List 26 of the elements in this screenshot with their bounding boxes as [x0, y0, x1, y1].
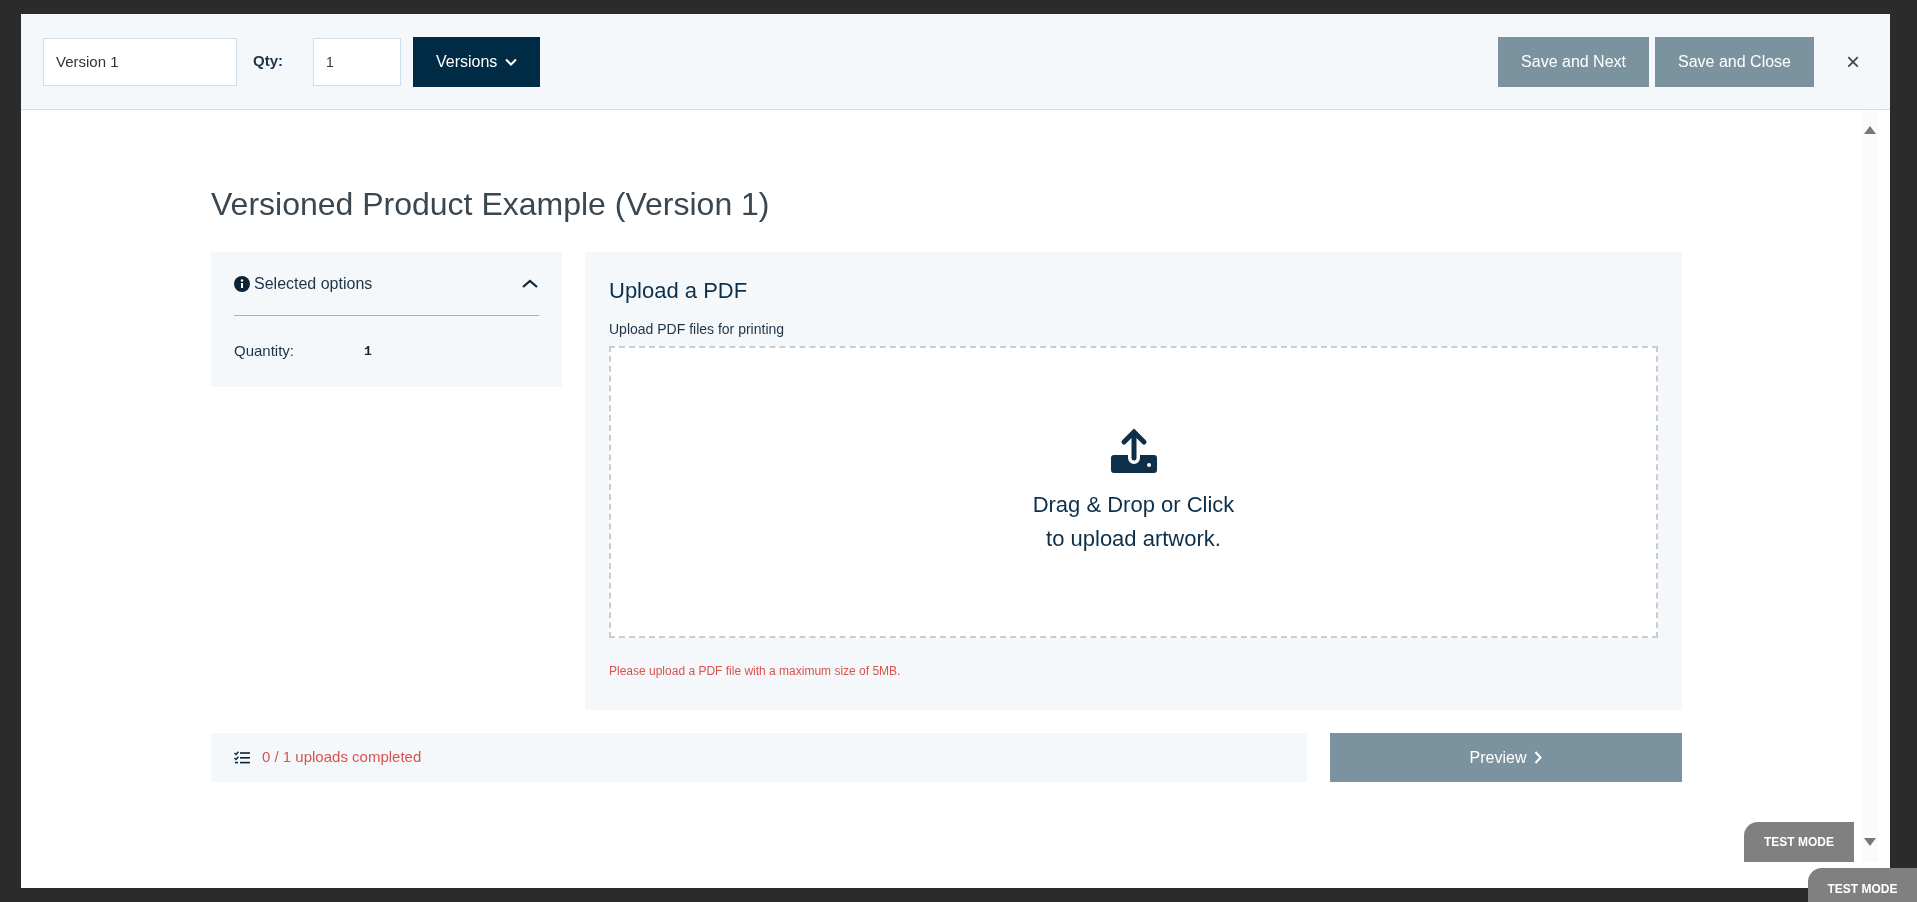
- qty-field[interactable]: 1: [313, 37, 401, 86]
- page-title: Versioned Product Example (Version 1): [211, 185, 771, 224]
- checklist-icon: [234, 751, 250, 764]
- info-icon: [234, 275, 250, 292]
- caret-icon: [521, 277, 539, 290]
- size-note: Please upload a PDF file with a maximum size of 5MB.: [609, 663, 902, 680]
- upload-icon: [1109, 428, 1158, 474]
- selected-options-header[interactable]: Selected options: [234, 252, 539, 316]
- versions-button[interactable]: Versions: [413, 36, 541, 87]
- drop-instruction: Drag & Drop or Click: [1032, 491, 1235, 519]
- test-mode-badge: TEST MODE: [1808, 868, 1917, 902]
- chevron-down-icon: [505, 57, 518, 66]
- close-button[interactable]: ×: [1846, 49, 1860, 74]
- drop-zone[interactable]: Drag & Drop or Click to upload artwork.: [609, 346, 1658, 638]
- upload-hint: Upload PDF files for printing: [609, 320, 786, 339]
- test-mode-badge: TEST MODE: [1744, 822, 1854, 862]
- section-title: Upload a PDF: [609, 277, 749, 305]
- scroll-up-icon[interactable]: [1864, 126, 1876, 134]
- option-value: 1: [364, 342, 372, 361]
- drop-instruction: to upload artwork.: [1046, 525, 1221, 553]
- scroll-down-icon[interactable]: [1864, 838, 1876, 846]
- upload-progress-text: 0 / 1 uploads completed: [262, 747, 422, 768]
- version-name-field[interactable]: Version 1: [43, 37, 237, 86]
- qty-label: Qty:: [253, 51, 284, 72]
- chevron-right-icon: [1534, 751, 1543, 764]
- option-label: Quantity:: [234, 341, 296, 361]
